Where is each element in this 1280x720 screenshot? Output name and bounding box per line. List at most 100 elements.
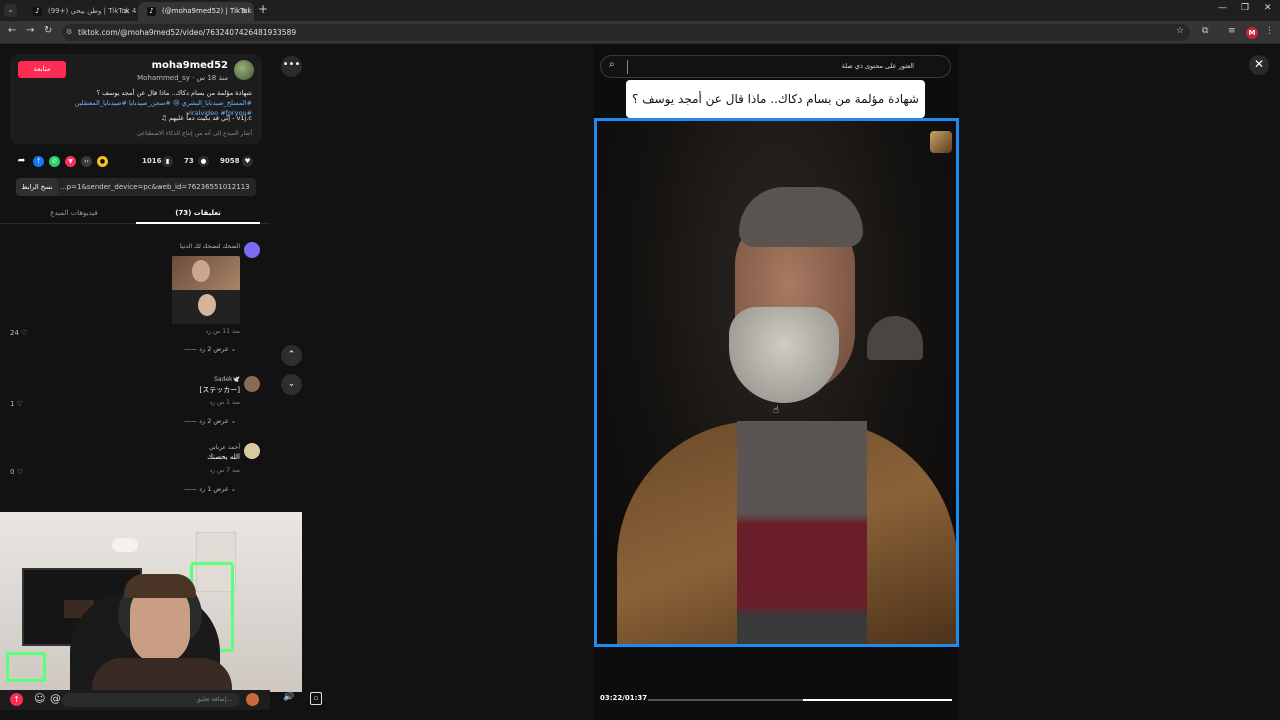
back-icon[interactable]: ← xyxy=(8,25,16,36)
commenter-name[interactable]: Sadek🕊️ xyxy=(214,376,240,383)
browser-tab-2[interactable]: ♪ (@moha9med52) | TikTok · ✕ xyxy=(138,2,254,21)
comment-meta[interactable]: منذ 11 س رد xyxy=(206,328,240,335)
embed-code-icon[interactable]: ‹› xyxy=(81,156,92,167)
comment-text: [ステッカー] xyxy=(199,386,240,394)
close-window-icon[interactable]: ✕ xyxy=(1264,3,1272,13)
site-info-icon[interactable]: ⚙ xyxy=(66,24,72,41)
channel-watermark-logo xyxy=(930,131,952,153)
tiktok-icon: ♪ xyxy=(33,7,42,16)
commenter-name[interactable]: الضحك لتضحك لك الدنيا xyxy=(180,243,240,250)
share-link-row: نسخ الرابط ...p=1&sender_device=pc&web_i… xyxy=(16,178,256,196)
restore-icon[interactable]: ❐ xyxy=(1241,3,1249,13)
new-tab-button[interactable]: + xyxy=(258,2,268,16)
ai-disclaimer: أشار المبدع إلى أنه من إنتاج الذكاء الاص… xyxy=(136,130,252,137)
related-search-bar[interactable]: ⌕ العثور على محتوى ذي صلة xyxy=(600,55,951,78)
follow-button[interactable]: متابعة xyxy=(18,61,66,78)
comment-sticker-image[interactable] xyxy=(172,256,240,324)
video-progress-bar[interactable] xyxy=(648,699,952,701)
person-beard xyxy=(729,307,839,403)
share-link-text[interactable]: ...p=1&sender_device=pc&web_id=762365510… xyxy=(60,178,250,196)
comments-count: 73 xyxy=(184,157,194,165)
saves-count: 1016 xyxy=(142,157,162,165)
view-replies-button[interactable]: —— عرض 1 رد ⌄ xyxy=(184,485,236,493)
commenter-avatar[interactable] xyxy=(244,443,260,459)
creator-username[interactable]: moha9med52 xyxy=(152,60,228,71)
browser-tab-1[interactable]: ♪ (99+) وطن بيحي | TikTok 476 ✕ xyxy=(24,2,136,21)
view-replies-button[interactable]: —— عرض 2 رد ⌄ xyxy=(184,417,236,425)
video-frame[interactable] xyxy=(594,118,959,647)
commenter-avatar[interactable] xyxy=(244,242,260,258)
tab-comments[interactable]: (73) تعليقات xyxy=(136,204,260,224)
picture-in-picture-icon[interactable]: ▫ xyxy=(310,692,322,705)
rgb-light xyxy=(6,652,46,682)
view-replies-button[interactable]: —— عرض 2 رد ⌄ xyxy=(184,345,236,353)
minimize-icon[interactable]: — xyxy=(1218,3,1227,13)
close-tab-icon[interactable]: ✕ xyxy=(241,2,248,21)
user-avatar[interactable] xyxy=(246,693,259,706)
emoji-icon[interactable]: ☺ xyxy=(34,692,45,705)
streamer-hair xyxy=(124,574,196,598)
previous-video-button[interactable]: ⌃ xyxy=(281,345,302,366)
address-bar-row: ← → ↻ ⚙ tiktok.com/@moha9med52/video/763… xyxy=(0,21,1280,44)
comment-input[interactable]: إضافة تعليق... xyxy=(62,693,240,707)
heart-icon[interactable]: ♥ xyxy=(242,156,253,167)
video-caption: شهادة مؤلمة من بسام دكاك.. ماذا قال عن أ… xyxy=(626,80,925,118)
background-chair xyxy=(867,316,923,360)
likes-count: 9058 xyxy=(220,157,240,165)
comments-tabs: فيديوهات المبدع (73) تعليقات xyxy=(0,204,270,224)
comment-like-count[interactable]: 1 ♡ xyxy=(10,400,23,408)
mouse-pointer-hand-icon: ☝ xyxy=(773,405,780,416)
mention-icon[interactable]: @ xyxy=(50,692,61,705)
music-title: إنّي قد بكيت دماً عليهم - v1j.c xyxy=(168,114,252,122)
comment-meta[interactable]: منذ 7 س رد xyxy=(209,467,240,474)
search-icon[interactable]: ⌕ xyxy=(609,59,615,70)
comment-icon[interactable]: ● xyxy=(198,156,209,167)
video-controls: 03:22/01:37 xyxy=(594,690,959,710)
facebook-icon[interactable]: f xyxy=(33,156,44,167)
comment-like-count[interactable]: 0 ♡ xyxy=(10,468,23,476)
share-arrow-icon[interactable]: ➦ xyxy=(16,156,27,167)
hashtags-line-1[interactable]: #المسلخ_صيدنايا_البشري 😢 #سجن_صيدنايا #ص… xyxy=(20,98,252,108)
video-time: 03:22/01:37 xyxy=(600,694,648,702)
tab-creator-videos[interactable]: فيديوهات المبدع xyxy=(12,204,136,224)
cloud-decoration xyxy=(112,538,138,552)
next-video-button[interactable]: ⌄ xyxy=(281,374,302,395)
engagement-row: ➦ f ✆ ▼ ‹› ● 1016 ▮ 73 ● 9058 ♥ xyxy=(16,154,256,170)
volume-icon[interactable]: 🔊 xyxy=(283,692,294,702)
bookmark-star-icon[interactable]: ☆ xyxy=(1176,26,1184,36)
tiktok-icon: ♪ xyxy=(147,7,156,16)
post-info-card: moha9med52 Mohammed_sy · منذ 18 س متابعة… xyxy=(10,54,262,144)
url-field[interactable]: ⚙ tiktok.com/@moha9med52/video/763240742… xyxy=(62,24,1190,41)
music-label[interactable]: ♫ إنّي قد بكيت دماً عليهم - v1j.c xyxy=(161,114,252,122)
comment-input-bar: ↑ ☺ @ إضافة تعليق... xyxy=(0,690,270,710)
bookmark-icon[interactable]: ▮ xyxy=(162,156,173,167)
url-text: tiktok.com/@moha9med52/video/76324074264… xyxy=(78,28,297,37)
repost-icon[interactable]: ▼ xyxy=(65,156,76,167)
menu-kebab-icon[interactable]: ⋮ xyxy=(1265,26,1274,36)
tab-search-button[interactable]: ⌄ xyxy=(4,4,17,17)
person-sweater xyxy=(737,421,867,644)
more-options-button[interactable]: ••• xyxy=(281,56,302,77)
whatsapp-icon[interactable]: ✆ xyxy=(49,156,60,167)
send-icon[interactable]: ↑ xyxy=(10,693,23,706)
commenter-avatar[interactable] xyxy=(244,376,260,392)
reload-icon[interactable]: ↻ xyxy=(44,25,52,36)
comment-like-count[interactable]: 24 ♡ xyxy=(10,329,27,337)
creator-avatar[interactable] xyxy=(234,60,254,80)
search-input[interactable]: العثور على محتوى ذي صلة xyxy=(842,56,914,77)
comment-meta[interactable]: منذ 1 س رد xyxy=(209,399,240,406)
comment-text: الله يحصنك xyxy=(207,453,240,461)
close-video-button[interactable]: ✕ xyxy=(1249,55,1269,75)
extensions-icon[interactable]: ⧉ xyxy=(1202,26,1208,36)
media-controls-icon[interactable]: ≡ xyxy=(1228,26,1236,36)
forward-icon[interactable]: → xyxy=(26,25,34,36)
copy-link-button[interactable]: نسخ الرابط xyxy=(16,178,58,196)
browser-tab-2-label: (@moha9med52) | TikTok · xyxy=(162,7,254,15)
text-cursor xyxy=(627,60,628,74)
creator-nickname: Mohammed_sy · منذ 18 س xyxy=(137,74,228,82)
coin-icon[interactable]: ● xyxy=(97,156,108,167)
close-tab-icon[interactable]: ✕ xyxy=(123,2,130,21)
commenter-name[interactable]: أحمد عرباني xyxy=(209,444,240,451)
webcam-overlay xyxy=(0,512,302,692)
profile-avatar[interactable]: M xyxy=(1246,27,1258,39)
